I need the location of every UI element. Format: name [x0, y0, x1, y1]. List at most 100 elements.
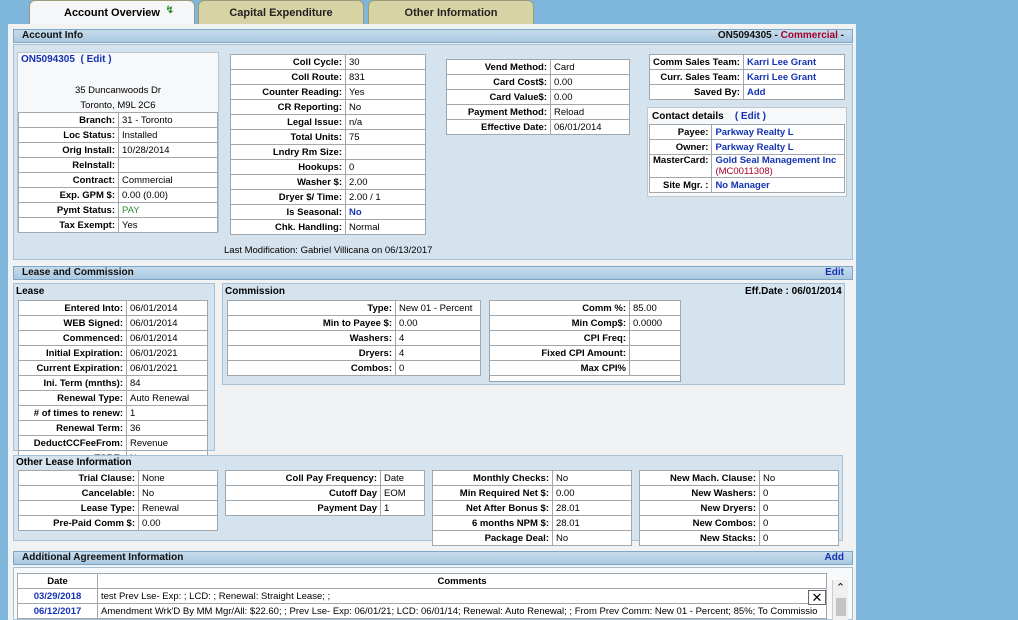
field-row: Package Deal: No — [432, 530, 632, 546]
section-title: Account Info — [22, 30, 84, 41]
field-row: Min Comp$: 0.0000 — [489, 315, 681, 331]
field-row: CPI Freq: — [489, 330, 681, 346]
field-row: Hookups: 0 — [230, 159, 426, 175]
field-row: Orig Install: 10/28/2014 — [18, 142, 218, 158]
account-fields-mid: Coll Cycle: 30 Coll Route: 831 Counter Rea… — [230, 54, 426, 235]
account-fields-left: Branch: 31 - Toronto Loc Status: Installed… — [18, 112, 218, 233]
field-row: New Combos: 0 — [639, 515, 839, 531]
tab-account-overview[interactable]: Account Overview ↯ — [29, 0, 195, 24]
field-row: Vend Method: Card — [446, 59, 630, 75]
other-lease-fields-2: Coll Pay Frequency: Date Cutoff Day EOM Pa… — [225, 470, 425, 516]
edit-contact-link[interactable]: ( Edit ) — [735, 111, 766, 122]
address-line-1: 35 Duncanwoods Dr — [74, 85, 162, 96]
field-row: Dryer $/ Time: 2.00 / 1 — [230, 189, 426, 205]
field-row: New Stacks: 0 — [639, 530, 839, 546]
tab-other-information[interactable]: Other Information — [368, 0, 534, 24]
effective-date: Eff.Date : 06/01/2014 — [745, 286, 842, 297]
field-row: Net After Bonus $: 28.01 — [432, 500, 632, 516]
field-row: ReInstall: — [18, 157, 218, 173]
row-date-link[interactable]: 06/12/2017 — [17, 603, 98, 619]
field-row: Legal Issue: n/a — [230, 114, 426, 130]
mastercard-cell[interactable]: Gold Seal Management Inc (MC0011308) — [711, 154, 845, 178]
agreement-header: Additional Agreement Information Add — [13, 551, 853, 565]
field-row: Owner: Parkway Realty L — [648, 139, 845, 155]
field-row: Is Seasonal: No — [230, 204, 426, 220]
field-row: Max CPI% — [489, 360, 681, 376]
field-row: Combos: 0 — [227, 360, 481, 376]
other-lease-label: Other Lease Information — [16, 457, 132, 468]
edit-account-link[interactable]: ( Edit ) — [81, 54, 112, 65]
field-row: New Mach. Clause: No — [639, 470, 839, 486]
scrollbar[interactable]: ⌃ — [832, 580, 848, 620]
edit-lease-link[interactable]: Edit — [825, 267, 844, 279]
field-row: Ini. Term (mnths): 84 — [18, 375, 208, 391]
field-row: Branch: 31 - Toronto — [18, 112, 218, 128]
field-row: CR Reporting: No — [230, 99, 426, 115]
field-row: Coll Cycle: 30 — [230, 54, 426, 70]
commission-fields-2: Comm %: 85.00 Min Comp$: 0.0000 CPI Freq: … — [489, 300, 681, 376]
tab-label: Other Information — [404, 7, 498, 19]
field-row: Lndry Rm Size: — [230, 144, 426, 160]
field-row: Tax Exempt: Yes — [18, 217, 218, 233]
field-row: Trial Clause: None — [18, 470, 218, 486]
sales-team-link[interactable]: Karri Lee Grant — [742, 54, 846, 70]
field-row: Saved By: Add — [649, 84, 846, 100]
contact-fields: Payee: Parkway Realty L Owner: Parkway Rea… — [648, 124, 845, 193]
address-line-2: Toronto, M9L 2C6 — [80, 100, 156, 111]
other-lease-fields-4: New Mach. Clause: No New Washers: 0 New Dr… — [639, 470, 839, 546]
field-row: Payment Method: Reload — [446, 104, 630, 120]
field-row: Exp. GPM $: 0.00 (0.00) — [18, 187, 218, 203]
field-row: Initial Expiration: 06/01/2021 — [18, 345, 208, 361]
tab-capital-expenditure[interactable]: Capital Expenditure — [198, 0, 364, 24]
field-row: Dryers: 4 — [227, 345, 481, 361]
account-id-link[interactable]: ON5094305 — [21, 54, 75, 65]
field-row: Payment Day 1 — [225, 500, 425, 516]
account-id-row: ON5094305 ( Edit ) — [21, 54, 112, 65]
section-title: Lease and Commission — [22, 267, 134, 278]
sales-fields: Comm Sales Team: Karri Lee Grant Curr. Sa… — [649, 54, 846, 100]
add-agreement-link[interactable]: Add — [825, 552, 844, 564]
field-row: DeductCCFeeFrom: Revenue — [18, 435, 208, 451]
field-row: Min Required Net $: 0.00 — [432, 485, 632, 501]
field-row: Comm %: 85.00 — [489, 300, 681, 316]
row-date-link[interactable]: 03/29/2018 — [17, 588, 98, 604]
field-row: Monthly Checks: No — [432, 470, 632, 486]
tab-label: Capital Expenditure — [229, 7, 333, 19]
site-manager-link[interactable]: No Manager — [711, 177, 845, 193]
field-row: Site Mgr. : No Manager — [648, 177, 845, 193]
col-date: Date — [17, 573, 98, 589]
payee-link[interactable]: Parkway Realty L — [711, 124, 845, 140]
field-row: Coll Pay Frequency: Date — [225, 470, 425, 486]
section-title: Additional Agreement Information — [22, 552, 184, 563]
field-row: Commenced: 06/01/2014 — [18, 330, 208, 346]
chevron-up-icon[interactable]: ⌃ — [833, 580, 848, 596]
account-type-badge: ON5094305 - Commercial - — [717, 30, 844, 41]
field-row: New Washers: 0 — [639, 485, 839, 501]
commission-label: Commission — [225, 286, 286, 297]
field-row: Total Units: 75 — [230, 129, 426, 145]
table-row: 03/29/2018 test Prev Lse- Exp: ; LCD: ; … — [17, 588, 827, 604]
field-row: WEB Signed: 06/01/2014 — [18, 315, 208, 331]
lease-commission-header: Lease and Commission Edit — [13, 266, 853, 280]
refresh-icon[interactable]: ↯ — [166, 0, 174, 23]
col-comments: Comments — [97, 573, 827, 589]
sales-team-link[interactable]: Karri Lee Grant — [742, 69, 846, 85]
field-row: Washer $: 2.00 — [230, 174, 426, 190]
commission-fields-1: Type: New 01 - Percent Min to Payee $: 0.0… — [227, 300, 481, 376]
field-row: Contract: Commercial — [18, 172, 218, 188]
field-row: Coll Route: 831 — [230, 69, 426, 85]
field-row: Loc Status: Installed — [18, 127, 218, 143]
lease-fields: Entered Into: 06/01/2014 WEB Signed: 06/01… — [18, 300, 208, 466]
other-lease-fields-3: Monthly Checks: No Min Required Net $: 0.0… — [432, 470, 632, 546]
field-row: Washers: 4 — [227, 330, 481, 346]
table-header-row: Date Comments — [17, 573, 827, 589]
close-icon[interactable]: ✕ — [808, 590, 826, 605]
field-row: Pre-Paid Comm $: 0.00 — [18, 515, 218, 531]
saved-by-add-link[interactable]: Add — [742, 84, 846, 100]
field-row: Comm Sales Team: Karri Lee Grant — [649, 54, 846, 70]
field-row: Counter Reading: Yes — [230, 84, 426, 100]
owner-link[interactable]: Parkway Realty L — [711, 139, 845, 155]
scrollbar-thumb[interactable] — [835, 598, 846, 616]
field-row: Lease Type: Renewal — [18, 500, 218, 516]
field-row: Cutoff Day EOM — [225, 485, 425, 501]
